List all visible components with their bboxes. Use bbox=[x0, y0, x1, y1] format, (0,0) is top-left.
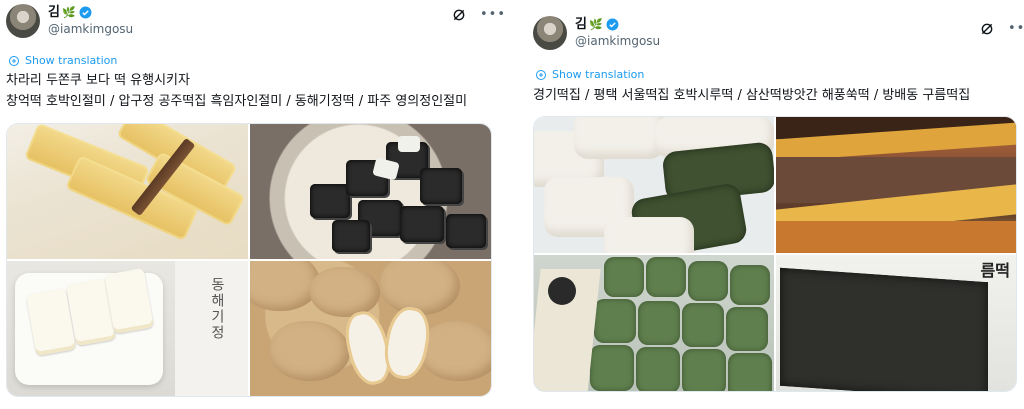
display-name-row[interactable]: 김 🌿 bbox=[575, 16, 660, 33]
more-options-icon[interactable]: ••• bbox=[480, 8, 506, 21]
tweet-text-line: 차라리 두쫀쿠 보다 떡 유행시키자 bbox=[6, 73, 190, 88]
translate-icon bbox=[536, 69, 546, 80]
injeolmi-photo[interactable] bbox=[7, 124, 248, 259]
tweet-header: 김 🌿 @iamkimgosu bbox=[533, 16, 660, 50]
grok-icon[interactable] bbox=[452, 8, 466, 22]
user-names: 김 🌿 @iamkimgosu bbox=[48, 4, 133, 38]
soybean-powder-rice-cake-photo[interactable] bbox=[250, 261, 491, 396]
avatar[interactable] bbox=[533, 16, 567, 50]
tweet-actions: ••• bbox=[980, 22, 1024, 36]
pumpkin-sirutteok-photo[interactable] bbox=[776, 117, 1016, 253]
gyeonggi-rice-cake-photo[interactable] bbox=[534, 117, 774, 253]
display-name-row[interactable]: 김 🌿 bbox=[48, 4, 133, 21]
grok-icon[interactable] bbox=[980, 22, 994, 36]
tweet-left: 김 🌿 @iamkimgosu ••• Show translation 차라리… bbox=[0, 0, 505, 409]
tweet-text: 차라리 두쫀쿠 보다 떡 유행시키자 창억떡 호박인절미 / 압구정 공주떡집 … bbox=[6, 70, 467, 112]
show-translation-label[interactable]: Show translation bbox=[25, 54, 117, 67]
show-translation-link[interactable]: Show translation bbox=[535, 68, 644, 81]
verified-badge-icon bbox=[606, 18, 619, 31]
tweet-header: 김 🌿 @iamkimgosu bbox=[6, 4, 133, 38]
user-names: 김 🌿 @iamkimgosu bbox=[575, 16, 660, 50]
tweet-actions: ••• bbox=[452, 8, 506, 22]
tweet-text-line: 창억떡 호박인절미 / 압구정 공주떡집 흑임자인절미 / 동해기정떡 / 파주… bbox=[6, 94, 468, 109]
display-name[interactable]: 김 bbox=[48, 4, 60, 21]
tweet-right: 김 🌿 @iamkimgosu ••• Show translation 경기떡… bbox=[525, 0, 1024, 409]
avatar[interactable] bbox=[6, 4, 40, 38]
black-sesame-rice-cake-photo[interactable] bbox=[250, 124, 491, 259]
show-translation-link[interactable]: Show translation bbox=[8, 54, 117, 67]
gijeong-rice-cake-photo[interactable]: 동해기정 bbox=[7, 261, 248, 396]
package-tag bbox=[548, 277, 576, 305]
mugwort-rice-cake-photo[interactable] bbox=[534, 255, 774, 391]
tweet-text-line: 경기떡집 / 평택 서울떡집 호박시루떡 / 삼산떡방앗간 해풍쑥떡 / 방배동… bbox=[533, 88, 971, 103]
tweet-text: 경기떡집 / 평택 서울떡집 호박시루떡 / 삼산떡방앗간 해풍쑥떡 / 방배동… bbox=[533, 85, 970, 106]
herb-emoji: 🌿 bbox=[61, 6, 76, 19]
user-handle[interactable]: @iamkimgosu bbox=[48, 21, 133, 38]
translate-icon bbox=[9, 55, 19, 66]
show-translation-label[interactable]: Show translation bbox=[552, 68, 644, 81]
package-label: 동해기정 bbox=[209, 277, 225, 341]
more-options-icon[interactable]: ••• bbox=[1008, 22, 1024, 35]
media-grid: 동해기정 bbox=[6, 123, 492, 397]
gureum-rice-cake-photo[interactable]: 름떡 bbox=[776, 255, 1016, 391]
media-grid: 름떡 bbox=[533, 116, 1017, 392]
package-label: 름떡 bbox=[980, 261, 1010, 280]
verified-badge-icon bbox=[79, 6, 92, 19]
herb-emoji: 🌿 bbox=[588, 18, 603, 31]
display-name[interactable]: 김 bbox=[575, 16, 587, 33]
user-handle[interactable]: @iamkimgosu bbox=[575, 33, 660, 50]
